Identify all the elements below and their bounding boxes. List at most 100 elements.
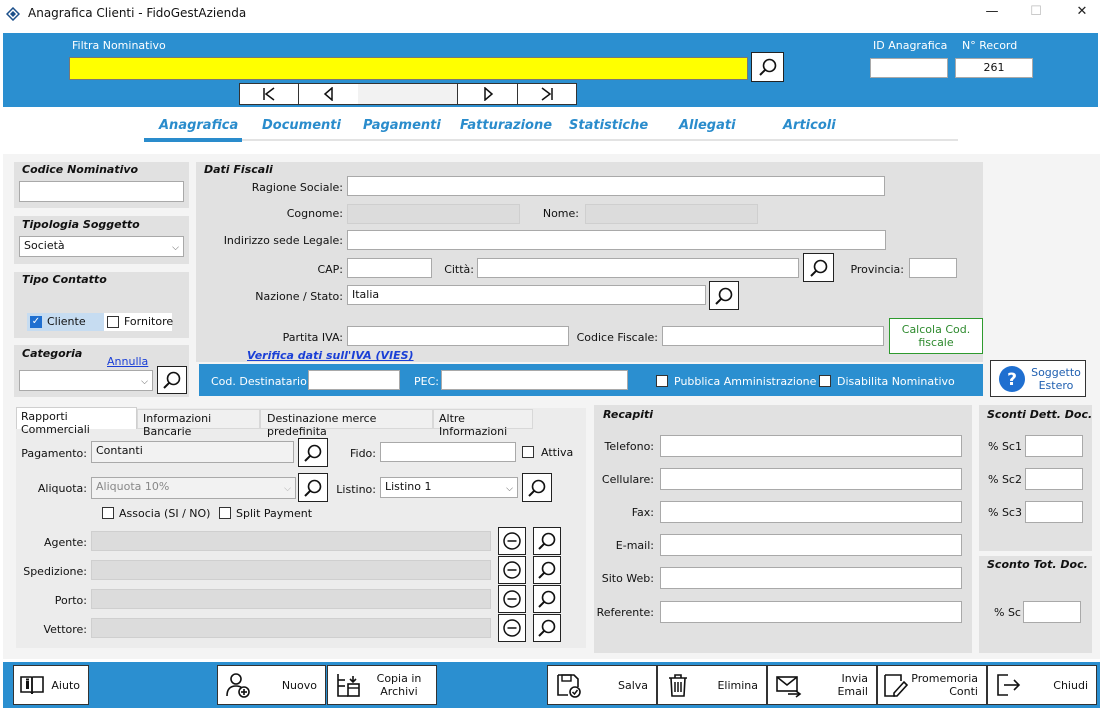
- pa-checkbox[interactable]: [656, 375, 668, 387]
- checkbox-icon[interactable]: [107, 316, 119, 328]
- annulla-link[interactable]: Annulla: [107, 355, 148, 368]
- tab-altre-informazioni[interactable]: Altre Informazioni: [433, 409, 533, 438]
- codice-input[interactable]: [19, 181, 184, 202]
- sito-input[interactable]: [660, 567, 962, 589]
- copia-archivi-button[interactable]: Copia in Archivi: [327, 665, 437, 705]
- sc2-input[interactable]: [1025, 468, 1083, 490]
- minimize-button[interactable]: —: [972, 4, 1012, 24]
- tipologia-select[interactable]: Società ⌵: [19, 236, 184, 257]
- cliente-checkbox-row[interactable]: ✓ Cliente: [27, 313, 116, 331]
- maximize-button[interactable]: ☐: [1016, 4, 1056, 24]
- fornitore-checkbox-row[interactable]: Fornitore: [104, 313, 173, 331]
- piva-input[interactable]: [347, 326, 569, 346]
- cellulare-input[interactable]: [660, 468, 962, 490]
- aliquota-search-button[interactable]: [298, 473, 328, 502]
- nazione-search-button[interactable]: [709, 281, 739, 310]
- fax-input[interactable]: [660, 501, 962, 523]
- cap-input[interactable]: [347, 258, 432, 278]
- referente-input[interactable]: [660, 601, 962, 623]
- agente-label: Agente:: [43, 536, 87, 549]
- tab-documenti[interactable]: Documenti: [262, 118, 341, 133]
- next-record-button[interactable]: [457, 83, 518, 105]
- pagamento-input[interactable]: Contanti: [91, 441, 294, 463]
- checkbox-checked-icon[interactable]: ✓: [30, 316, 42, 328]
- sc3-input[interactable]: [1025, 501, 1083, 523]
- email-input[interactable]: [660, 534, 962, 556]
- id-field[interactable]: [870, 58, 948, 78]
- tab-informazioni-bancarie[interactable]: Informazioni Bancarie: [137, 409, 260, 438]
- sc1-input[interactable]: [1025, 435, 1083, 457]
- porto-input[interactable]: [91, 589, 491, 609]
- agente-search-button[interactable]: [533, 527, 561, 555]
- soggetto-estero-button[interactable]: ? Soggetto Estero: [990, 360, 1086, 397]
- salva-button[interactable]: Salva: [547, 665, 657, 705]
- close-window-button[interactable]: ✕: [1062, 4, 1102, 24]
- agente-clear-button[interactable]: [498, 527, 526, 555]
- aiuto-button[interactable]: Aiuto: [13, 665, 89, 705]
- cognome-input[interactable]: [347, 204, 520, 224]
- filter-input[interactable]: [69, 57, 748, 80]
- tab-statistiche[interactable]: Statistiche: [569, 118, 648, 133]
- porto-clear-button[interactable]: [498, 585, 526, 613]
- nuovo-label: Nuovo: [281, 678, 317, 692]
- nome-label: Nome:: [542, 207, 579, 220]
- prev-record-button[interactable]: [298, 83, 359, 105]
- tab-anagrafica[interactable]: Anagrafica: [159, 118, 238, 133]
- cellulare-label: Cellulare:: [601, 473, 654, 486]
- promemoria-conti-button[interactable]: Promemoria Conti: [877, 665, 987, 705]
- cf-input[interactable]: [662, 326, 884, 346]
- agente-input[interactable]: [91, 531, 491, 551]
- tab-articoli[interactable]: Articoli: [783, 118, 836, 133]
- nuovo-button[interactable]: Nuovo: [217, 665, 326, 705]
- porto-search-button[interactable]: [533, 585, 561, 613]
- nome-input[interactable]: [585, 204, 758, 224]
- ragione-input[interactable]: [347, 176, 885, 196]
- provincia-input[interactable]: [909, 258, 957, 278]
- sc-input[interactable]: [1023, 601, 1081, 623]
- invia-email-button[interactable]: Invia Email: [767, 665, 877, 705]
- vettore-clear-button[interactable]: [498, 614, 526, 642]
- disabilita-checkbox[interactable]: [819, 375, 831, 387]
- cognome-label: Cognome:: [286, 207, 343, 220]
- listino-search-button[interactable]: [522, 473, 552, 502]
- referente-label: Referente:: [596, 606, 654, 619]
- spedizione-input[interactable]: [91, 560, 491, 580]
- cod-dest-input[interactable]: [308, 370, 400, 390]
- citta-input[interactable]: [477, 258, 799, 278]
- categoria-select[interactable]: ⌵: [19, 370, 153, 391]
- pec-input[interactable]: [441, 370, 628, 390]
- aliquota-label: Aliquota:: [37, 482, 87, 495]
- fido-input[interactable]: [380, 442, 516, 462]
- vies-link[interactable]: Verifica dati sull'IVA (VIES): [247, 349, 414, 362]
- filter-search-button[interactable]: [751, 52, 784, 82]
- telefono-input[interactable]: [660, 435, 962, 457]
- tab-destinazione-merce[interactable]: Destinazione merce predefinita: [260, 409, 433, 438]
- listino-select[interactable]: Listino 1 ⌵: [380, 477, 518, 498]
- attiva-checkbox[interactable]: [522, 446, 534, 458]
- pagamento-search-button[interactable]: [298, 438, 328, 467]
- calcola-cf-button[interactable]: Calcola Cod. fiscale: [889, 318, 983, 354]
- tab-allegati[interactable]: Allegati: [679, 118, 736, 133]
- chiudi-button[interactable]: Chiudi: [987, 665, 1097, 705]
- categoria-search-button[interactable]: [157, 366, 187, 394]
- first-record-button[interactable]: [239, 83, 299, 105]
- nazione-input[interactable]: Italia: [347, 285, 706, 305]
- aliquota-select[interactable]: Aliquota 10% ⌵: [91, 477, 296, 499]
- citta-search-button[interactable]: [803, 253, 834, 282]
- listino-value: Listino 1: [385, 480, 432, 493]
- elimina-button[interactable]: Elimina: [657, 665, 767, 705]
- associa-checkbox[interactable]: [102, 507, 114, 519]
- spedizione-clear-button[interactable]: [498, 556, 526, 584]
- record-field[interactable]: 261: [955, 58, 1033, 78]
- minus-circle-icon: [503, 561, 521, 579]
- vettore-input[interactable]: [91, 618, 491, 638]
- tab-pagamenti[interactable]: Pagamenti: [363, 118, 441, 133]
- tab-rapporti-commerciali[interactable]: Rapporti Commerciali: [16, 407, 137, 436]
- vettore-search-button[interactable]: [533, 614, 561, 642]
- last-record-button[interactable]: [517, 83, 577, 105]
- split-checkbox[interactable]: [219, 507, 231, 519]
- tab-fatturazione[interactable]: Fatturazione: [460, 118, 552, 133]
- spedizione-search-button[interactable]: [533, 556, 561, 584]
- search-icon: [538, 590, 556, 608]
- indirizzo-input[interactable]: [347, 230, 886, 250]
